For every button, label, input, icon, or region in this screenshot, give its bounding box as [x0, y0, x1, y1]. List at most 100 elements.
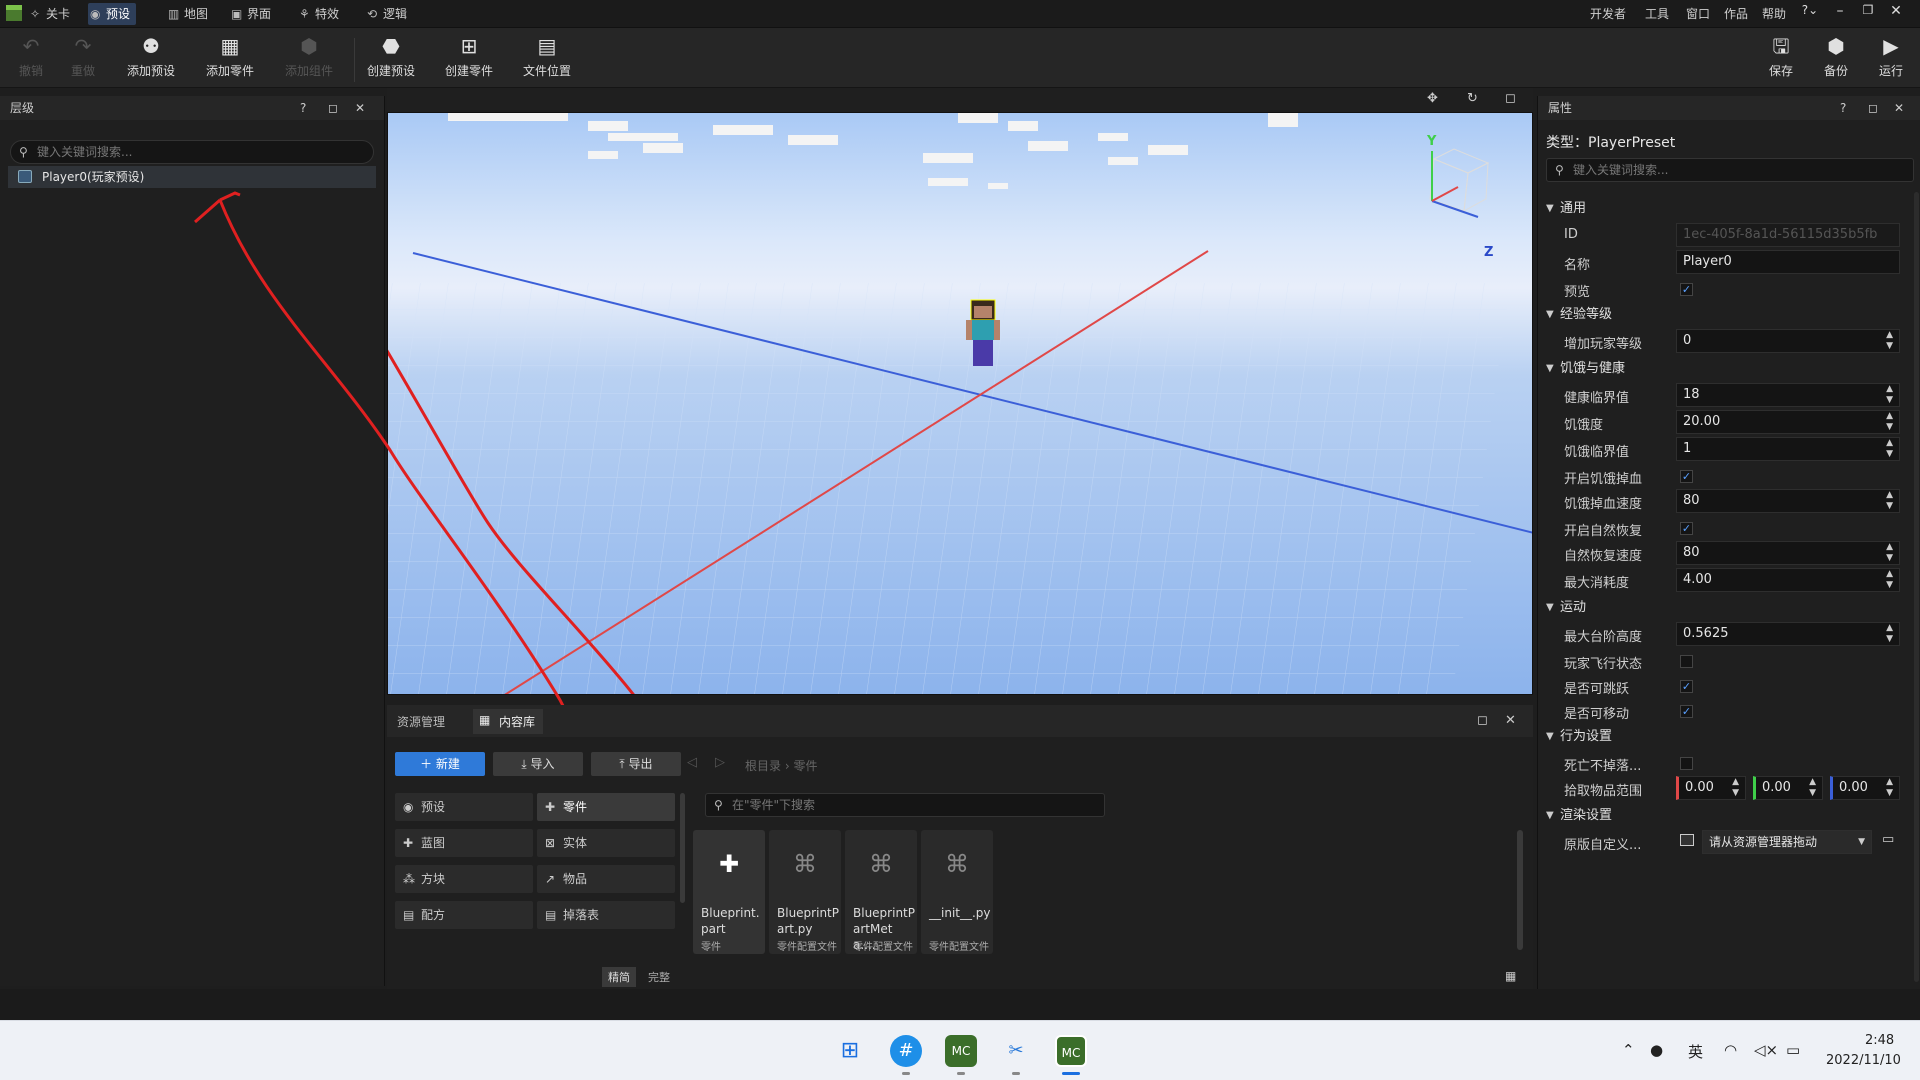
vector-field[interactable]: 0.00 ▲ ▼: [1753, 776, 1823, 800]
import-button[interactable]: ⤓ 导入: [493, 752, 583, 776]
help-icon[interactable]: ?: [1840, 96, 1846, 120]
tab-content-library[interactable]: ▦ 内容库: [473, 709, 544, 734]
snipping-tool-icon[interactable]: ✂: [1000, 1035, 1032, 1067]
category-recipe[interactable]: ▤ 配方: [395, 901, 533, 929]
add-component-button[interactable]: ⬢ 添加组件: [278, 34, 340, 79]
tab-preset[interactable]: ◉ 预设: [88, 3, 137, 25]
maximize-icon[interactable]: ◻: [328, 96, 338, 120]
minecraft-launcher-icon[interactable]: MC: [945, 1035, 977, 1067]
close-window-button[interactable]: ✕: [1886, 3, 1906, 19]
category-blueprint[interactable]: ✚ 蓝图: [395, 829, 533, 857]
number-field[interactable]: 0 ▲ ▼: [1676, 329, 1900, 353]
checkbox[interactable]: ✓: [1680, 680, 1693, 693]
browser-icon[interactable]: #: [890, 1035, 922, 1067]
save-button[interactable]: 🖫 保存: [1750, 34, 1812, 79]
back-icon[interactable]: ◁: [687, 755, 697, 770]
section-header[interactable]: ▼ 经验等级: [1538, 302, 1920, 328]
clock-date[interactable]: 2022/11/10: [1826, 1053, 1901, 1068]
mc-studio-icon[interactable]: MC: [1055, 1035, 1087, 1067]
tab-ui[interactable]: ▣ 界面: [229, 3, 271, 25]
close-icon[interactable]: ✕: [355, 96, 365, 120]
spinner-icon[interactable]: ▲ ▼: [1886, 777, 1893, 799]
asset-tile[interactable]: ✚ Blueprint.part 零件: [693, 830, 765, 954]
run-button[interactable]: ▶ 运行: [1860, 34, 1920, 79]
asset-scrollbar[interactable]: [1517, 830, 1523, 950]
checkbox[interactable]: ✓: [1680, 470, 1693, 483]
new-button[interactable]: ＋ 新建: [395, 752, 485, 776]
section-header[interactable]: ▼ 饥饿与健康: [1538, 356, 1920, 382]
menu-item[interactable]: 作品: [1724, 5, 1748, 22]
wifi-icon[interactable]: ◠: [1724, 1041, 1737, 1059]
number-field[interactable]: 20.00 ▲ ▼: [1676, 410, 1900, 434]
checkbox[interactable]: [1680, 757, 1693, 770]
asset-tile[interactable]: ⌘ __init__.py 零件配置文件: [921, 830, 993, 954]
spinner-icon[interactable]: ▲ ▼: [1886, 569, 1893, 591]
spinner-icon[interactable]: ▲ ▼: [1732, 777, 1739, 799]
qq-icon[interactable]: ●: [1650, 1041, 1663, 1059]
battery-icon[interactable]: ▭: [1786, 1041, 1800, 1059]
menu-item[interactable]: 工具: [1645, 5, 1669, 22]
number-field[interactable]: 80 ▲ ▼: [1676, 489, 1900, 513]
tab-effects[interactable]: ⚘ 特效: [297, 3, 339, 25]
category-item[interactable]: ↗ 物品: [537, 865, 675, 893]
text-field[interactable]: 1ec-405f-8a1d-56115d35b5fb: [1676, 223, 1900, 247]
checkbox[interactable]: ✓: [1680, 522, 1693, 535]
breadcrumb-parts[interactable]: 零件: [793, 759, 817, 773]
scene-viewport[interactable]: Y Z: [387, 112, 1533, 695]
tab-asset-manager[interactable]: 资源管理: [397, 713, 445, 730]
redo-button[interactable]: ↷ 重做: [52, 34, 114, 79]
spinner-icon[interactable]: ▲ ▼: [1886, 490, 1893, 512]
minimize-button[interactable]: –: [1830, 3, 1850, 19]
number-field[interactable]: 80 ▲ ▼: [1676, 541, 1900, 565]
spinner-icon[interactable]: ▲ ▼: [1886, 411, 1893, 433]
checkbox[interactable]: ✓: [1680, 283, 1693, 296]
help-menu-icon[interactable]: ?⌄: [1800, 3, 1820, 17]
folder-icon[interactable]: ▭: [1882, 832, 1894, 847]
menu-item[interactable]: 帮助: [1762, 5, 1786, 22]
move-tool-icon[interactable]: ✥: [1427, 91, 1438, 106]
start-menu-icon[interactable]: ⊞: [834, 1035, 866, 1067]
restore-button[interactable]: ❐: [1858, 3, 1878, 17]
fullscreen-icon[interactable]: ◻: [1505, 91, 1516, 106]
spinner-icon[interactable]: ▲ ▼: [1886, 384, 1893, 406]
vector-field[interactable]: 0.00 ▲ ▼: [1830, 776, 1900, 800]
input-language[interactable]: 英: [1688, 1041, 1703, 1062]
section-header[interactable]: ▼ 行为设置: [1538, 724, 1920, 750]
section-header[interactable]: ▼ 渲染设置: [1538, 803, 1920, 829]
category-entity[interactable]: ⊠ 实体: [537, 829, 675, 857]
tab-map[interactable]: ▥ 地图: [166, 3, 208, 25]
export-button[interactable]: ⤒ 导出: [591, 752, 681, 776]
category-block[interactable]: ⁂ 方块: [395, 865, 533, 893]
category-preset[interactable]: ◉ 预设: [395, 793, 533, 821]
asset-search-input[interactable]: ⚲ 在"零件"下搜索: [705, 793, 1105, 817]
tab-logic[interactable]: ⟲ 逻辑: [365, 3, 407, 25]
category-part[interactable]: ✚ 零件: [537, 793, 675, 821]
create-part-button[interactable]: ⊞ 创建零件: [438, 34, 500, 79]
properties-scrollbar[interactable]: [1914, 192, 1919, 982]
asset-tile[interactable]: ⌘ BlueprintPartMeta.... 零件配置文件: [845, 830, 917, 954]
asset-tile[interactable]: ⌘ BlueprintPart.py 零件配置文件: [769, 830, 841, 954]
grid-view-icon[interactable]: ▦: [1505, 969, 1516, 983]
menu-item[interactable]: 窗口: [1686, 5, 1710, 22]
help-icon[interactable]: ?: [300, 96, 306, 120]
properties-search-input[interactable]: ⚲ 键入关键词搜索...: [1546, 158, 1914, 182]
forward-icon[interactable]: ▷: [715, 755, 725, 770]
maximize-icon[interactable]: ◻: [1868, 96, 1878, 120]
vector-field[interactable]: 0.00 ▲ ▼: [1676, 776, 1746, 800]
rotate-tool-icon[interactable]: ↻: [1467, 91, 1478, 106]
hierarchy-search-input[interactable]: ⚲ 键入关键词搜索...: [10, 140, 374, 164]
section-header[interactable]: ▼ 运动: [1538, 595, 1920, 621]
clock-time[interactable]: 2:48: [1865, 1033, 1894, 1048]
number-field[interactable]: 0.5625 ▲ ▼: [1676, 622, 1900, 646]
spinner-icon[interactable]: ▲ ▼: [1886, 623, 1893, 645]
breadcrumb-root[interactable]: 根目录: [745, 759, 781, 773]
maximize-icon[interactable]: ◻: [1477, 713, 1488, 728]
checkbox[interactable]: [1680, 655, 1693, 668]
number-field[interactable]: 4.00 ▲ ▼: [1676, 568, 1900, 592]
backup-button[interactable]: ⬢ 备份: [1805, 34, 1867, 79]
spinner-icon[interactable]: ▲ ▼: [1886, 438, 1893, 460]
tree-item-player0[interactable]: Player0(玩家预设): [8, 166, 376, 188]
spinner-icon[interactable]: ▲ ▼: [1886, 542, 1893, 564]
number-field[interactable]: 18 ▲ ▼: [1676, 383, 1900, 407]
checkbox[interactable]: ✓: [1680, 705, 1693, 718]
